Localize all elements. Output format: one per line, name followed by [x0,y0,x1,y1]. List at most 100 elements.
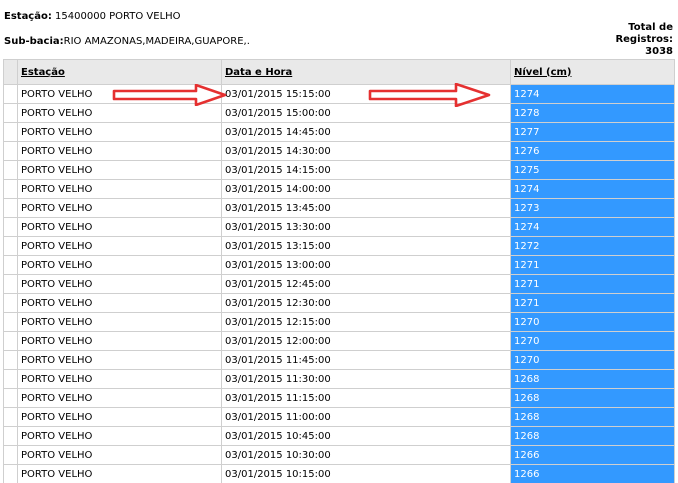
row-select-cell[interactable] [3,217,18,237]
row-select-cell[interactable] [3,198,18,218]
cell-datetime: 03/01/2015 13:30:00 [221,217,511,237]
row-select-cell[interactable] [3,331,18,351]
cell-datetime: 03/01/2015 14:45:00 [221,122,511,142]
cell-level: 1270 [510,331,675,351]
table-row[interactable]: PORTO VELHO 03/01/2015 13:00:00 1271 [3,255,675,275]
cell-datetime: 03/01/2015 13:45:00 [221,198,511,218]
table-row[interactable]: PORTO VELHO 03/01/2015 13:45:00 1273 [3,198,675,218]
table-row[interactable]: PORTO VELHO 03/01/2015 13:15:00 1272 [3,236,675,256]
cell-station: PORTO VELHO [17,255,222,275]
row-select-cell[interactable] [3,236,18,256]
column-header-datetime[interactable]: Data e Hora [221,59,511,85]
cell-level: 1274 [510,217,675,237]
row-select-cell[interactable] [3,293,18,313]
cell-level: 1278 [510,103,675,123]
table-row[interactable]: PORTO VELHO 03/01/2015 11:00:00 1268 [3,407,675,427]
row-select-cell[interactable] [3,312,18,332]
table-row[interactable]: PORTO VELHO 03/01/2015 14:15:00 1275 [3,160,675,180]
table-row[interactable]: PORTO VELHO 03/01/2015 12:45:00 1271 [3,274,675,294]
row-select-cell[interactable] [3,426,18,446]
table-row[interactable]: PORTO VELHO 03/01/2015 10:30:00 1266 [3,445,675,465]
table-row[interactable]: PORTO VELHO 03/01/2015 13:30:00 1274 [3,217,675,237]
row-select-cell[interactable] [3,255,18,275]
column-header-station[interactable]: Estação [17,59,222,85]
cell-datetime: 03/01/2015 14:30:00 [221,141,511,161]
total-label-line2: Registros: [615,34,673,45]
table-row[interactable]: PORTO VELHO 03/01/2015 14:00:00 1274 [3,179,675,199]
cell-station: PORTO VELHO [17,350,222,370]
cell-level: 1266 [510,445,675,465]
cell-level: 1274 [510,179,675,199]
row-select-cell[interactable] [3,179,18,199]
column-header-level[interactable]: Nível (cm) [510,59,675,85]
table-row[interactable]: PORTO VELHO 03/01/2015 12:15:00 1270 [3,312,675,332]
column-header-select [3,59,18,85]
cell-station: PORTO VELHO [17,84,222,104]
table-row[interactable]: PORTO VELHO 03/01/2015 11:30:00 1268 [3,369,675,389]
cell-level: 1276 [510,141,675,161]
table-row[interactable]: PORTO VELHO 03/01/2015 12:00:00 1270 [3,331,675,351]
cell-station: PORTO VELHO [17,388,222,408]
cell-level: 1274 [510,84,675,104]
cell-level: 1277 [510,122,675,142]
total-label-line1: Total de [628,22,673,33]
cell-datetime: 03/01/2015 12:45:00 [221,274,511,294]
table-row[interactable]: PORTO VELHO 03/01/2015 11:15:00 1268 [3,388,675,408]
station-label: Estação: [4,11,52,22]
cell-level: 1268 [510,369,675,389]
row-select-cell[interactable] [3,141,18,161]
table-row[interactable]: PORTO VELHO 03/01/2015 10:15:00 1266 [3,464,675,483]
row-select-cell[interactable] [3,122,18,142]
cell-datetime: 03/01/2015 10:15:00 [221,464,511,483]
cell-level: 1270 [510,312,675,332]
cell-level: 1268 [510,388,675,408]
table-row[interactable]: PORTO VELHO 03/01/2015 15:00:00 1278 [3,103,675,123]
cell-datetime: 03/01/2015 12:00:00 [221,331,511,351]
cell-station: PORTO VELHO [17,407,222,427]
cell-station: PORTO VELHO [17,103,222,123]
cell-datetime: 03/01/2015 11:15:00 [221,388,511,408]
row-select-cell[interactable] [3,84,18,104]
row-select-cell[interactable] [3,369,18,389]
row-select-cell[interactable] [3,160,18,180]
row-select-cell[interactable] [3,350,18,370]
row-select-cell[interactable] [3,445,18,465]
table-row[interactable]: PORTO VELHO 03/01/2015 14:45:00 1277 [3,122,675,142]
cell-datetime: 03/01/2015 12:15:00 [221,312,511,332]
cell-level: 1271 [510,274,675,294]
cell-station: PORTO VELHO [17,445,222,465]
cell-station: PORTO VELHO [17,293,222,313]
cell-station: PORTO VELHO [17,141,222,161]
cell-level: 1273 [510,198,675,218]
cell-station: PORTO VELHO [17,198,222,218]
cell-level: 1268 [510,407,675,427]
row-select-cell[interactable] [3,407,18,427]
cell-station: PORTO VELHO [17,122,222,142]
cell-station: PORTO VELHO [17,236,222,256]
row-select-cell[interactable] [3,388,18,408]
cell-level: 1271 [510,293,675,313]
row-select-cell[interactable] [3,103,18,123]
cell-datetime: 03/01/2015 11:30:00 [221,369,511,389]
table-row[interactable]: PORTO VELHO 03/01/2015 14:30:00 1276 [3,141,675,161]
table-row[interactable]: PORTO VELHO 03/01/2015 11:45:00 1270 [3,350,675,370]
cell-station: PORTO VELHO [17,331,222,351]
cell-datetime: 03/01/2015 15:15:00 [221,84,511,104]
records-table: Estação Data e Hora Nível (cm) PORTO VEL… [3,59,675,483]
row-select-cell[interactable] [3,464,18,483]
records-grid: Estação Data e Hora Nível (cm) PORTO VEL… [3,59,675,483]
cell-station: PORTO VELHO [17,312,222,332]
table-row[interactable]: PORTO VELHO 03/01/2015 15:15:00 1274 [3,84,675,104]
table-row[interactable]: PORTO VELHO 03/01/2015 10:45:00 1268 [3,426,675,446]
subbasin-info: Sub-bacia:RIO AMAZONAS,MADEIRA,GUAPORE,. [4,36,250,47]
table-row[interactable]: PORTO VELHO 03/01/2015 12:30:00 1271 [3,293,675,313]
cell-datetime: 03/01/2015 10:45:00 [221,426,511,446]
cell-station: PORTO VELHO [17,274,222,294]
table-body: PORTO VELHO 03/01/2015 15:15:00 1274 PORTO … [3,84,675,483]
cell-datetime: 03/01/2015 11:45:00 [221,350,511,370]
cell-datetime: 03/01/2015 13:00:00 [221,255,511,275]
cell-datetime: 03/01/2015 14:15:00 [221,160,511,180]
cell-level: 1275 [510,160,675,180]
cell-level: 1266 [510,464,675,483]
row-select-cell[interactable] [3,274,18,294]
